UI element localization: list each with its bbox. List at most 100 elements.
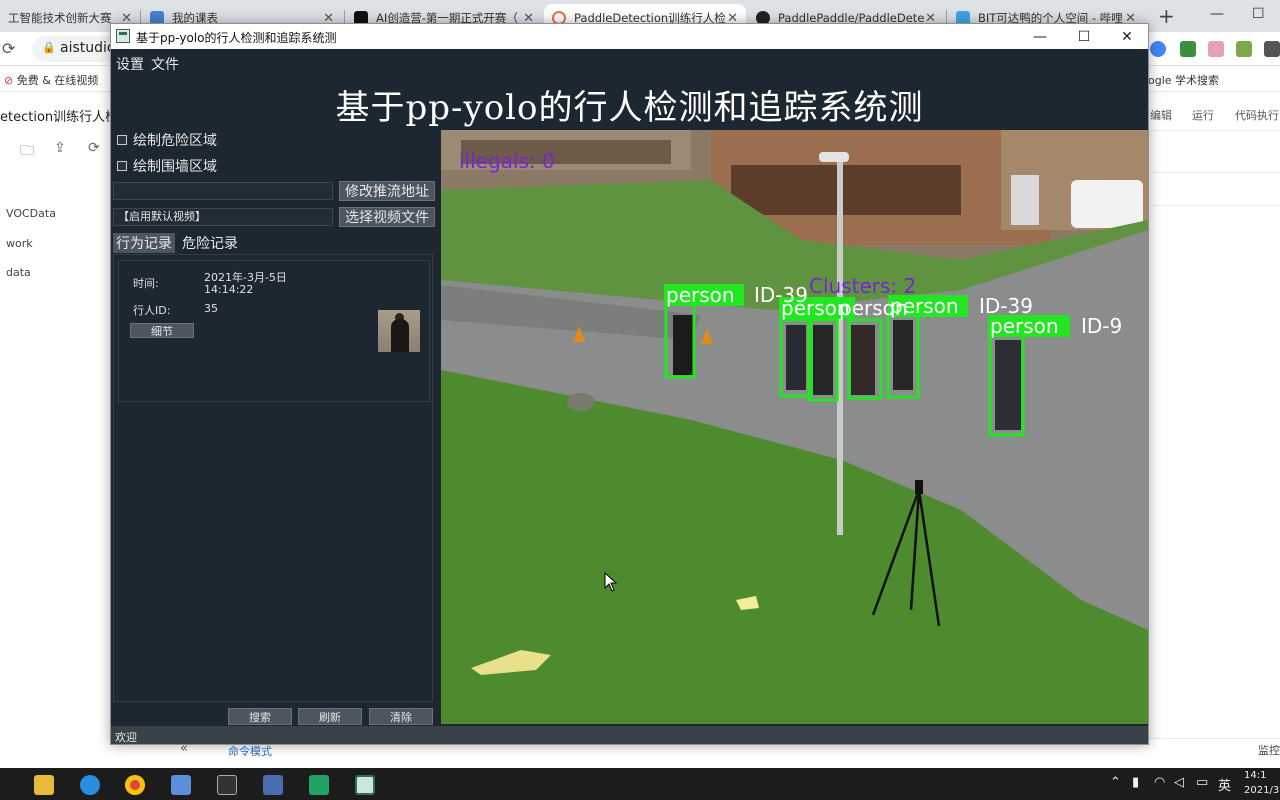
clusters-counter: Clusters: 2 xyxy=(809,274,916,298)
video-scene: person ID-39 person person person ID-39 … xyxy=(441,130,1148,724)
file-item[interactable]: data xyxy=(6,266,31,279)
maximize-button[interactable]: ☐ xyxy=(1062,24,1106,49)
lamp-head xyxy=(819,152,849,162)
divider xyxy=(1150,172,1280,173)
url-text: aistudio xyxy=(60,40,116,56)
person xyxy=(851,325,875,395)
tab-behavior-records[interactable]: 行为记录 xyxy=(113,233,175,253)
det-label-4: person xyxy=(990,314,1059,338)
record-time: 14:14:22 xyxy=(204,283,254,296)
app-icon xyxy=(116,29,130,43)
select-video-button[interactable]: 选择视频文件 xyxy=(339,207,435,227)
illegals-counter: illegals: 0 xyxy=(459,149,555,173)
extension-icon[interactable] xyxy=(1236,41,1252,57)
clock-time[interactable]: 14:1 xyxy=(1244,770,1266,781)
new-folder-icon[interactable]: 🗀 xyxy=(20,140,34,164)
upload-icon[interactable]: ⇪ xyxy=(54,140,66,156)
feishu-icon[interactable] xyxy=(171,775,191,795)
det-id-4: ID-9 xyxy=(1081,314,1122,338)
app-icon-taskbar[interactable] xyxy=(263,775,283,795)
file-item[interactable]: VOCData xyxy=(6,207,56,220)
menu-run[interactable]: 运行 xyxy=(1192,107,1214,123)
tab-title: 工智能技术创新大赛 xyxy=(8,11,112,25)
status-text: 欢迎 xyxy=(115,731,137,744)
refresh-icon[interactable]: ⟳ xyxy=(88,140,100,156)
bookmark-free-video[interactable]: ⊘ 免费 & 在线视频 xyxy=(4,72,98,88)
extension-icon[interactable] xyxy=(1180,41,1196,57)
time-label: 时间: xyxy=(133,277,159,290)
checkbox-label: 绘制围墙区域 xyxy=(133,159,217,175)
reload-icon[interactable]: ⟳ xyxy=(2,39,15,58)
pedestrian-id-label: 行人ID: xyxy=(133,304,171,317)
ime-indicator[interactable]: 英 xyxy=(1218,775,1231,794)
pedestrian-thumbnail[interactable] xyxy=(378,310,420,352)
search-button[interactable]: 搜索 xyxy=(228,708,292,725)
extensions-puzzle-icon[interactable] xyxy=(1264,41,1280,57)
active-app-icon[interactable] xyxy=(355,775,375,795)
details-button[interactable]: 细节 xyxy=(130,323,194,338)
new-tab-button[interactable]: + xyxy=(1158,4,1175,28)
divider xyxy=(1150,130,1280,131)
terminal-icon[interactable] xyxy=(217,775,237,795)
record-card: 时间: 2021年-3月-5日 14:14:22 行人ID: 35 细节 xyxy=(118,260,430,402)
det-label-0: person xyxy=(666,283,735,307)
menu-settings[interactable]: 设置 xyxy=(116,54,144,74)
browser-minimize-icon[interactable]: — xyxy=(1210,6,1224,22)
microphone-icon[interactable]: ▮ xyxy=(1132,775,1139,790)
draw-danger-zone-checkbox[interactable]: 绘制危险区域 xyxy=(117,130,217,150)
pedestrian-id-value: 35 xyxy=(204,302,218,315)
browser-maximize-icon[interactable]: ☐ xyxy=(1252,6,1265,22)
notebook-title: etection训练行人检 xyxy=(0,110,119,125)
volume-icon[interactable]: ◁ xyxy=(1174,775,1184,790)
clear-button[interactable]: 清除 xyxy=(369,708,433,725)
app-title: 基于pp-yolo的行人检测和追踪系统测 xyxy=(335,88,924,128)
chrome-icon[interactable] xyxy=(125,775,145,795)
person xyxy=(813,325,833,395)
wifi-icon[interactable]: ◠ xyxy=(1154,775,1165,790)
ac-unit xyxy=(1011,175,1039,225)
extension-icon[interactable] xyxy=(1208,41,1224,57)
records-panel: 时间: 2021年-3月-5日 14:14:22 行人ID: 35 细节 xyxy=(113,254,433,702)
window-titlebar: 基于pp-yolo的行人检测和追踪系统测 — ☐ ✕ xyxy=(111,24,1148,49)
menu-bar: 设置 文件 xyxy=(111,49,1148,79)
stream-url-input[interactable] xyxy=(113,182,333,200)
refresh-button[interactable]: 刷新 xyxy=(298,708,362,725)
person xyxy=(995,340,1021,430)
lock-icon: 🔒 xyxy=(42,41,56,54)
app-window: 基于pp-yolo的行人检测和追踪系统测 — ☐ ✕ 设置 文件 基于pp-yo… xyxy=(110,23,1149,745)
edge-icon[interactable] xyxy=(80,775,100,795)
change-stream-button[interactable]: 修改推流地址 xyxy=(339,181,435,201)
tray-chevron-icon[interactable]: ⌃ xyxy=(1110,775,1121,790)
file-item[interactable]: work xyxy=(6,237,33,250)
window-title: 基于pp-yolo的行人检测和追踪系统测 xyxy=(136,31,337,45)
file-explorer-icon[interactable] xyxy=(34,775,54,795)
person xyxy=(893,320,913,390)
close-button[interactable]: ✕ xyxy=(1105,24,1148,49)
video-path-input[interactable]: 【启用默认视频】 xyxy=(113,208,333,226)
clock-date[interactable]: 2021/3 xyxy=(1244,785,1279,796)
minimize-button[interactable]: — xyxy=(1018,24,1062,49)
menu-code-exec[interactable]: 代码执行 xyxy=(1235,107,1279,123)
tab-danger-records[interactable]: 危险记录 xyxy=(179,233,241,253)
rock xyxy=(567,393,595,411)
checkbox-box[interactable] xyxy=(117,161,127,171)
chrome-extension-icon[interactable] xyxy=(1150,41,1166,57)
checkbox-box[interactable] xyxy=(117,135,127,145)
command-mode-label: 命令模式 xyxy=(228,745,272,758)
monitor-label[interactable]: 监控 xyxy=(1258,742,1280,758)
video-frame[interactable]: person ID-39 person person person ID-39 … xyxy=(441,130,1148,724)
menu-file[interactable]: 文件 xyxy=(151,54,179,74)
bookmark-scholar[interactable]: ogle 学术搜索 xyxy=(1148,72,1219,88)
pycharm-icon[interactable] xyxy=(309,775,329,795)
status-bar: 欢迎 xyxy=(111,726,1148,744)
building-windows xyxy=(731,165,961,215)
checkbox-label: 绘制危险区域 xyxy=(133,133,217,149)
draw-fence-zone-checkbox[interactable]: 绘制围墙区域 xyxy=(117,156,217,176)
battery-icon[interactable]: ▭ xyxy=(1196,775,1208,790)
tripod-head xyxy=(915,480,923,494)
menu-edit[interactable]: 编辑 xyxy=(1150,107,1172,123)
white-van xyxy=(1071,180,1143,228)
person xyxy=(673,315,693,375)
thumbnail-body xyxy=(391,319,409,352)
divider xyxy=(1150,205,1280,206)
